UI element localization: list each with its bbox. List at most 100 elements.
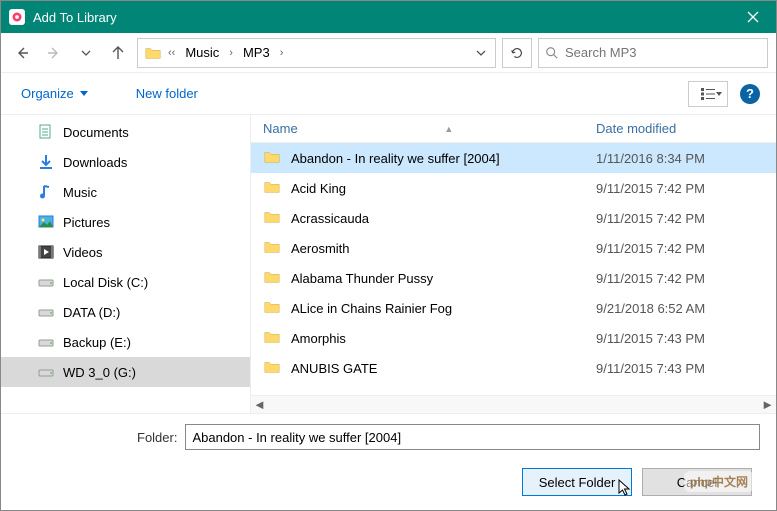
file-date: 9/11/2015 7:42 PM [596,181,776,196]
cursor-icon [617,479,633,497]
search-icon [545,46,559,60]
tree-item-pictures[interactable]: Pictures [1,207,250,237]
help-button[interactable]: ? [740,84,760,104]
tree-item-downloads[interactable]: Downloads [1,147,250,177]
sort-asc-icon: ▲ [444,124,453,134]
tree-item-label: Backup (E:) [63,335,131,350]
drive-icon [37,333,55,351]
tree-item-wdg[interactable]: WD 3_0 (G:) [1,357,250,387]
nav-up-button[interactable] [105,39,131,67]
file-date: 9/21/2018 6:52 AM [596,301,776,316]
tree-item-videos[interactable]: Videos [1,237,250,267]
drive-icon [37,273,55,291]
breadcrumb-dropdown[interactable] [469,39,491,67]
column-date[interactable]: Date modified [596,121,776,136]
file-name: ANUBIS GATE [291,361,596,376]
tree-item-label: Documents [63,125,129,140]
view-options-button[interactable] [688,81,728,107]
tree-item-label: WD 3_0 (G:) [63,365,136,380]
search-box[interactable] [538,38,768,68]
nav-forward-button[interactable] [41,39,67,67]
refresh-button[interactable] [502,38,532,68]
file-list[interactable]: Abandon - In reality we suffer [2004]1/1… [251,143,776,395]
nav-row: ‹‹ Music › MP3 › [1,33,776,73]
select-folder-button[interactable]: Select Folder [522,468,632,496]
app-icon [9,9,25,25]
drive-icon [37,363,55,381]
file-row[interactable]: Acid King9/11/2015 7:42 PM [251,173,776,203]
file-row[interactable]: Aerosmith9/11/2015 7:42 PM [251,233,776,263]
scroll-left-icon[interactable]: ◄ [253,397,283,412]
tree-item-localc[interactable]: Local Disk (C:) [1,267,250,297]
drive-icon [37,303,55,321]
search-input[interactable] [565,45,761,60]
column-headers: Name ▲ Date modified [251,115,776,143]
file-row[interactable]: ALice in Chains Rainier Fog9/21/2018 6:5… [251,293,776,323]
tree-item-datad[interactable]: DATA (D:) [1,297,250,327]
horizontal-scrollbar[interactable]: ◄ ► [251,395,776,413]
music-icon [37,183,55,201]
file-date: 9/11/2015 7:42 PM [596,211,776,226]
folder-input[interactable] [185,424,760,450]
dialog-window: Add To Library ‹‹ Music › MP3 › [0,0,777,511]
downloads-icon [37,153,55,171]
file-name: ALice in Chains Rainier Fog [291,301,596,316]
folder-icon [142,42,164,64]
arrow-right-icon [46,45,62,61]
file-date: 1/11/2016 8:34 PM [596,151,776,166]
file-row[interactable]: Acrassicauda9/11/2015 7:42 PM [251,203,776,233]
nav-back-button[interactable] [9,39,35,67]
tree-item-music[interactable]: Music [1,177,250,207]
file-name: Acid King [291,181,596,196]
tree-item-backupe[interactable]: Backup (E:) [1,327,250,357]
folder-icon [263,328,283,348]
tree-item-documents[interactable]: Documents [1,117,250,147]
pictures-icon [37,213,55,231]
folder-icon [263,148,283,168]
dialog-body: Documents DownloadsMusicPictures Videos Loc… [1,115,776,413]
file-name: Aerosmith [291,241,596,256]
arrow-left-icon [14,45,30,61]
scroll-right-icon[interactable]: ► [744,397,774,412]
file-date: 9/11/2015 7:43 PM [596,331,776,346]
refresh-icon [510,46,524,60]
column-name-label: Name [263,121,298,136]
folder-label: Folder: [137,430,177,445]
chevron-down-icon [81,48,91,58]
chevron-right-icon: › [278,47,286,59]
folder-icon [263,298,283,318]
chevron-right-icon: › [227,47,235,59]
folder-icon [263,208,283,228]
close-button[interactable] [730,1,776,33]
organize-menu[interactable]: Organize [17,80,92,107]
file-name: Alabama Thunder Pussy [291,271,596,286]
dialog-footer: Folder: Select Folder Cancel php中文网 [1,413,776,510]
file-row[interactable]: ANUBIS GATE9/11/2015 7:43 PM [251,353,776,383]
breadcrumb-seg-1[interactable]: MP3 [237,41,276,64]
file-row[interactable]: Abandon - In reality we suffer [2004]1/1… [251,143,776,173]
file-name: Acrassicauda [291,211,596,226]
tree-item-label: Videos [63,245,103,260]
new-folder-button[interactable]: New folder [132,80,202,107]
folder-icon [263,268,283,288]
folder-tree[interactable]: Documents DownloadsMusicPictures Videos Loc… [1,115,251,413]
folder-icon [263,238,283,258]
nav-recent-dropdown[interactable] [73,39,99,67]
chevron-right-icon: ‹‹ [166,47,177,59]
tree-item-label: Local Disk (C:) [63,275,148,290]
folder-icon [263,358,283,378]
file-name: Abandon - In reality we suffer [2004] [291,151,596,166]
file-row[interactable]: Alabama Thunder Pussy9/11/2015 7:42 PM [251,263,776,293]
column-name[interactable]: Name ▲ [263,121,596,136]
arrow-up-icon [110,45,126,61]
file-row[interactable]: Amorphis9/11/2015 7:43 PM [251,323,776,353]
file-area: Name ▲ Date modified Abandon - In realit… [251,115,776,413]
button-row: Select Folder Cancel [17,468,760,496]
documents-icon [37,123,55,141]
breadcrumb-seg-0[interactable]: Music [179,41,225,64]
chevron-down-icon [476,48,486,58]
breadcrumb[interactable]: ‹‹ Music › MP3 › [137,38,496,68]
videos-icon [37,243,55,261]
cancel-button[interactable]: Cancel [642,468,752,496]
file-date: 9/11/2015 7:42 PM [596,241,776,256]
